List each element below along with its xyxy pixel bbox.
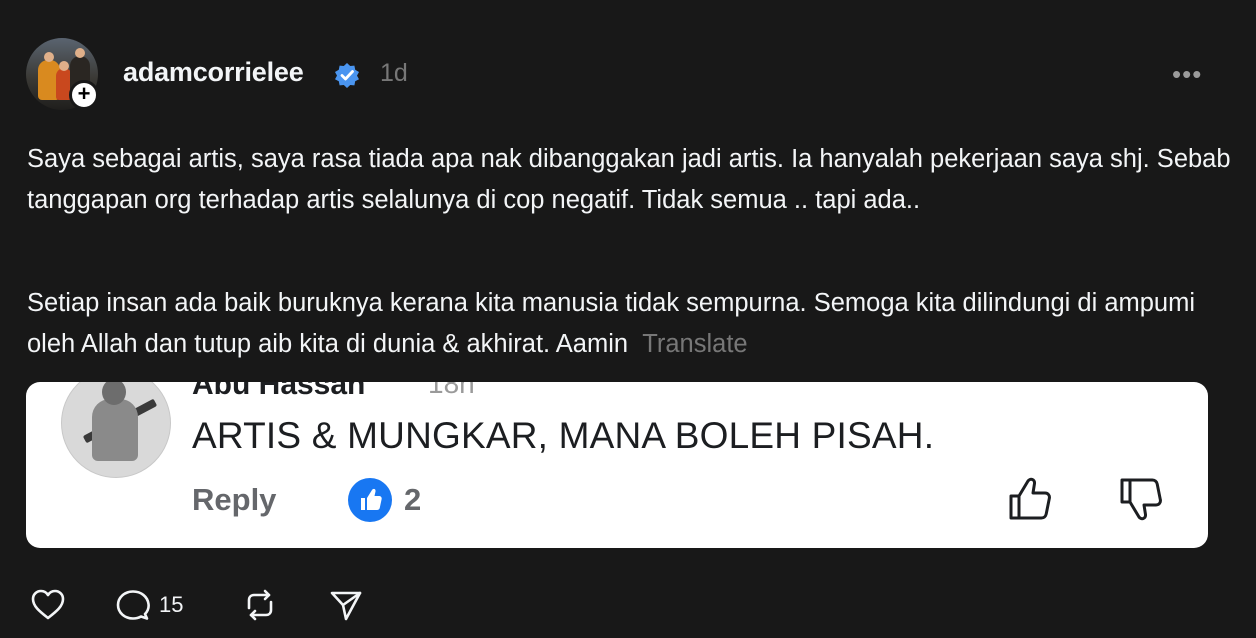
commenter-avatar[interactable] — [61, 382, 171, 478]
reply-button[interactable]: 15 — [115, 588, 183, 622]
more-icon[interactable]: ••• — [1172, 61, 1202, 87]
share-button[interactable] — [329, 588, 363, 622]
repost-icon — [247, 589, 273, 621]
heart-icon — [31, 589, 65, 620]
post-paragraph-2: Setiap insan ada baik buruknya kerana ki… — [27, 283, 1232, 365]
avatar-figure-head — [59, 61, 69, 71]
repost-button[interactable] — [243, 588, 277, 622]
comment-reply-button[interactable]: Reply — [192, 482, 276, 518]
post-time: 1d — [380, 59, 408, 87]
post-paragraph-text: Setiap insan ada baik buruknya kerana ki… — [27, 289, 1196, 358]
author-username[interactable]: adamcorrielee — [123, 57, 304, 88]
embedded-comment-card: Abu Hassan 18h ARTIS & MUNGKAR, MANA BOL… — [26, 382, 1208, 548]
avatar-figure-head — [75, 48, 85, 58]
comment-like-count: 2 — [404, 482, 422, 517]
follow-button[interactable]: + — [69, 80, 99, 110]
thumbs-up-icon — [361, 488, 382, 510]
like-badge — [348, 478, 392, 522]
comment-time: 18h — [428, 382, 475, 399]
comment-icon — [116, 590, 150, 620]
like-button[interactable] — [30, 588, 66, 622]
post-paragraph: Saya sebagai artis, saya rasa tiada apa … — [27, 145, 1231, 214]
commenter-name[interactable]: Abu Hassan — [192, 382, 365, 402]
comment-text: ARTIS & MUNGKAR, MANA BOLEH PISAH. — [192, 415, 935, 456]
share-icon — [330, 591, 362, 621]
reply-count: 15 — [159, 592, 184, 617]
thumbs-down-icon[interactable] — [1117, 476, 1165, 522]
thumbs-up-icon[interactable] — [1006, 476, 1054, 522]
translate-link[interactable]: Translate — [642, 330, 747, 358]
verified-badge-icon — [335, 63, 359, 88]
avatar-detail — [92, 399, 138, 461]
avatar-figure-head — [44, 52, 54, 62]
